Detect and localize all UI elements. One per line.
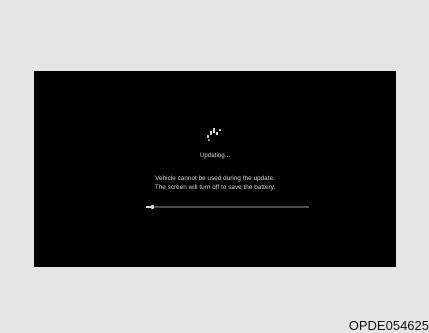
update-message-line-2: The screen will turn off to save the bat…: [154, 184, 276, 191]
update-screen: Updating... Vehicle cannot be used durin…: [34, 71, 396, 267]
figure-code: OPDE054625: [348, 318, 429, 333]
update-message-line-1: Vehicle cannot be used during the update…: [155, 175, 275, 182]
loading-icon: [207, 128, 221, 141]
progress-indicator: [150, 205, 154, 209]
update-progress-bar: [146, 205, 309, 209]
status-title: Updating...: [199, 153, 231, 159]
